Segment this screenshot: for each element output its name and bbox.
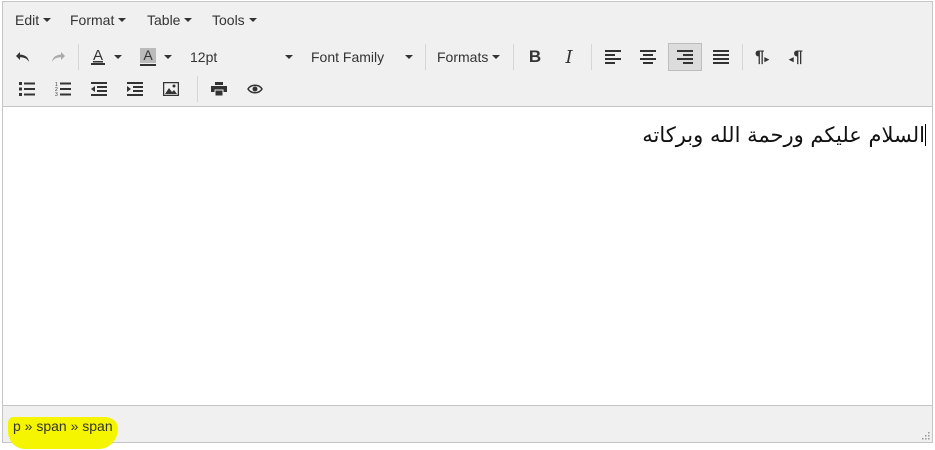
menu-table[interactable]: Table bbox=[147, 12, 193, 28]
align-left-icon bbox=[605, 50, 621, 64]
font-size-select[interactable]: 12pt bbox=[185, 43, 299, 71]
content-area[interactable]: السلام عليكم ورحمة الله وبركاته bbox=[3, 107, 932, 407]
font-family-value: Font Family bbox=[311, 49, 385, 65]
content-paragraph[interactable]: السلام عليكم ورحمة الله وبركاته bbox=[642, 123, 926, 147]
element-path[interactable]: p » span » span bbox=[13, 418, 113, 434]
numbered-list-button[interactable]: 123 bbox=[49, 75, 77, 103]
text-cursor bbox=[925, 124, 926, 146]
italic-icon: I bbox=[565, 46, 573, 68]
numbered-list-icon: 123 bbox=[55, 82, 71, 96]
chevron-down-icon bbox=[164, 55, 172, 59]
outdent-icon bbox=[91, 82, 107, 96]
bold-icon: B bbox=[528, 47, 542, 66]
statusbar bbox=[3, 405, 932, 442]
align-right-button[interactable] bbox=[668, 43, 702, 71]
undo-button[interactable] bbox=[9, 43, 37, 71]
chevron-down-icon bbox=[248, 18, 257, 22]
align-center-button[interactable] bbox=[633, 43, 663, 71]
text-color-button[interactable]: A bbox=[85, 43, 111, 71]
text-color-icon: A bbox=[91, 47, 105, 65]
chevron-down-icon bbox=[114, 55, 122, 59]
chevron-down-icon bbox=[492, 55, 501, 59]
chevron-down-icon bbox=[118, 18, 127, 22]
rtl-button[interactable]: ◂¶ bbox=[781, 43, 811, 71]
preview-button[interactable] bbox=[241, 75, 269, 103]
insert-image-button[interactable] bbox=[157, 75, 185, 103]
background-color-dropdown[interactable] bbox=[161, 43, 175, 71]
chevron-down-icon bbox=[43, 18, 52, 22]
undo-icon bbox=[16, 52, 29, 62]
indent-icon bbox=[127, 82, 143, 96]
bullet-list-icon bbox=[19, 82, 35, 96]
eye-icon bbox=[247, 84, 263, 94]
svg-text:A: A bbox=[143, 47, 153, 63]
bold-button[interactable]: B bbox=[521, 43, 549, 71]
menu-tools[interactable]: Tools bbox=[212, 12, 257, 28]
ltr-button[interactable]: ¶▸ bbox=[747, 43, 777, 71]
svg-text:3: 3 bbox=[55, 92, 58, 96]
formats-value: Formats bbox=[437, 49, 489, 65]
text-color-dropdown[interactable] bbox=[111, 43, 125, 71]
menu-format-label: Format bbox=[70, 12, 115, 28]
font-size-value: 12pt bbox=[190, 49, 218, 65]
toolbar-separator bbox=[513, 44, 514, 70]
resize-handle-icon[interactable] bbox=[920, 430, 930, 440]
content-text: السلام عليكم ورحمة الله وبركاته bbox=[642, 123, 925, 147]
print-button[interactable] bbox=[205, 75, 233, 103]
align-right-icon bbox=[677, 50, 693, 64]
menu-edit[interactable]: Edit bbox=[15, 12, 52, 28]
redo-button[interactable] bbox=[44, 43, 72, 71]
align-justify-icon bbox=[713, 50, 729, 64]
italic-button[interactable]: I bbox=[555, 43, 583, 71]
background-color-icon: A bbox=[140, 47, 156, 66]
toolbar: A A 12pt Font Family Formats B I ¶▸ ◂¶ 1… bbox=[3, 38, 932, 107]
svg-text:A: A bbox=[93, 47, 103, 64]
outdent-button[interactable] bbox=[85, 75, 113, 103]
chevron-down-icon bbox=[285, 55, 293, 59]
background-color-button[interactable]: A bbox=[135, 43, 161, 71]
align-left-button[interactable] bbox=[598, 43, 628, 71]
menu-format[interactable]: Format bbox=[70, 12, 127, 28]
ltr-icon: ¶▸ bbox=[755, 47, 769, 66]
element-path-text: p » span » span bbox=[13, 418, 113, 434]
align-justify-button[interactable] bbox=[706, 43, 736, 71]
toolbar-separator bbox=[591, 44, 592, 70]
redo-icon bbox=[52, 52, 65, 62]
menubar: Edit Format Table Tools bbox=[3, 2, 932, 38]
align-center-icon bbox=[640, 50, 656, 64]
chevron-down-icon bbox=[405, 55, 413, 59]
toolbar-separator bbox=[197, 76, 198, 102]
toolbar-separator bbox=[425, 44, 426, 70]
indent-button[interactable] bbox=[121, 75, 149, 103]
image-icon bbox=[163, 82, 179, 96]
bullet-list-button[interactable] bbox=[13, 75, 41, 103]
menu-tools-label: Tools bbox=[212, 12, 245, 28]
formats-select[interactable]: Formats bbox=[433, 43, 507, 71]
rtl-icon: ◂¶ bbox=[789, 47, 803, 66]
editor: Edit Format Table Tools A A 12pt Font Fa… bbox=[2, 1, 933, 443]
menu-table-label: Table bbox=[147, 12, 181, 28]
menu-edit-label: Edit bbox=[15, 12, 40, 28]
print-icon bbox=[211, 82, 227, 96]
toolbar-separator bbox=[742, 44, 743, 70]
font-family-select[interactable]: Font Family bbox=[307, 43, 419, 71]
toolbar-separator bbox=[78, 44, 79, 70]
chevron-down-icon bbox=[184, 18, 193, 22]
